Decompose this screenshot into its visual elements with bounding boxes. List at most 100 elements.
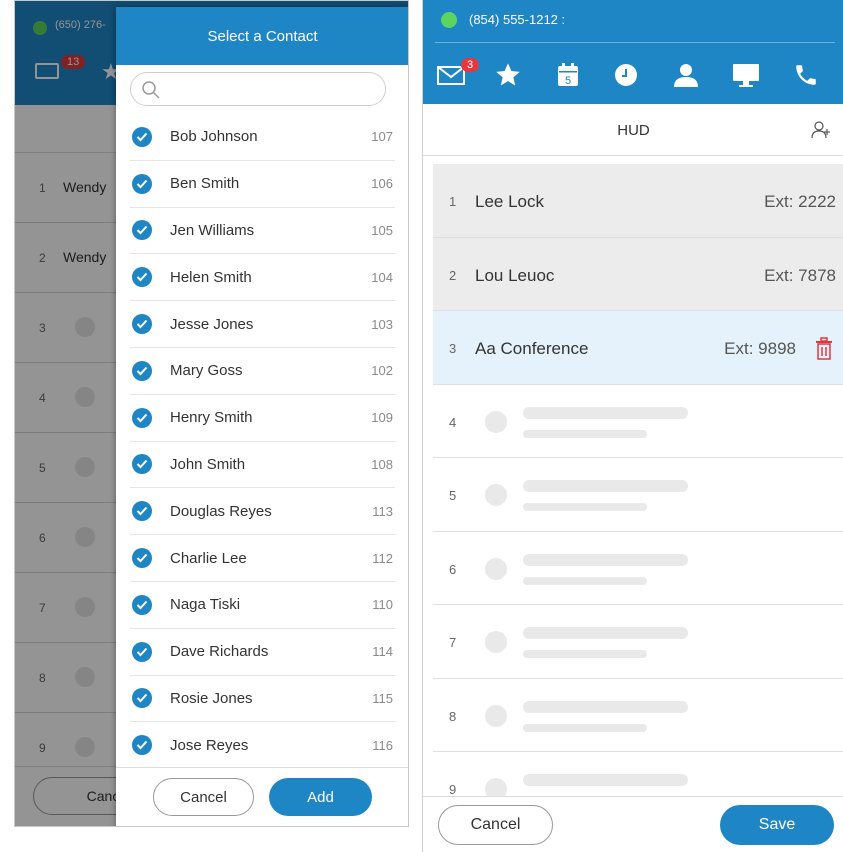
contact-item[interactable]: Mary Goss 102: [130, 348, 395, 395]
name-placeholder: [523, 406, 688, 419]
checkmark-icon[interactable]: [132, 407, 152, 428]
hud-footer: Cancel Save: [423, 796, 843, 852]
checkmark-icon[interactable]: [132, 688, 152, 709]
hud-row[interactable]: 6: [433, 532, 843, 605]
calendar-day-text: 5: [565, 75, 571, 87]
checkmark-icon[interactable]: [132, 735, 152, 756]
contact-extension: 107: [371, 129, 393, 145]
add-button[interactable]: Add: [269, 778, 372, 816]
header-divider: [435, 42, 835, 43]
contact-name: Dave Richards: [170, 643, 269, 661]
contacts-person-icon[interactable]: [669, 58, 703, 92]
row-number: 1: [449, 194, 457, 209]
checkmark-icon[interactable]: [132, 454, 152, 475]
search-box[interactable]: [130, 72, 386, 106]
phone-icon[interactable]: [789, 58, 823, 92]
name-placeholder: [523, 480, 688, 492]
contact-item[interactable]: Jesse Jones 103: [130, 301, 395, 348]
page-title: HUD: [617, 122, 650, 139]
contact-name: Jen Williams: [170, 221, 255, 239]
hud-row[interactable]: 8: [433, 679, 843, 752]
hud-row[interactable]: 7: [433, 605, 843, 679]
checkmark-icon[interactable]: [132, 126, 152, 147]
contact-item[interactable]: Bob Johnson 107: [130, 114, 395, 161]
row-extension: Ext: 9898: [724, 339, 796, 358]
avatar-placeholder: [485, 484, 507, 506]
checkmark-icon[interactable]: [132, 548, 152, 569]
checkmark-icon[interactable]: [132, 641, 152, 662]
contact-item[interactable]: Dave Richards 114: [130, 629, 395, 676]
checkmark-icon[interactable]: [132, 173, 152, 194]
avatar-placeholder: [485, 704, 507, 727]
contact-extension: 110: [372, 597, 393, 613]
save-button[interactable]: Save: [720, 805, 834, 845]
phone-number: (854) 555-1212 :: [469, 12, 566, 27]
checkmark-icon[interactable]: [132, 360, 152, 381]
avatar-placeholder: [485, 557, 507, 580]
checkmark-icon[interactable]: [132, 267, 152, 288]
contact-item[interactable]: Douglas Reyes 113: [130, 488, 395, 536]
detail-placeholder: [523, 503, 647, 511]
calendar-icon[interactable]: 5: [551, 58, 585, 92]
contact-name: Bob Johnson: [170, 128, 258, 146]
contact-item[interactable]: John Smith 108: [130, 442, 395, 489]
recent-calls-clock-icon[interactable]: [609, 58, 643, 92]
hud-list: 1 Lee Lock Ext: 2222 2 Lou Leuoc Ext: 7878 3 Aa…: [433, 164, 843, 796]
add-user-icon[interactable]: [811, 120, 831, 140]
avatar-placeholder: [485, 778, 507, 796]
app-header: (854) 555-1212 : 3 5: [423, 0, 843, 104]
contact-item[interactable]: Rosie Jones 115: [130, 676, 395, 723]
avatar-placeholder: [485, 631, 507, 653]
cancel-button[interactable]: Cancel: [438, 805, 553, 845]
hud-row[interactable]: 3 Aa Conference Ext: 9898: [433, 311, 843, 385]
search-icon: [142, 81, 160, 99]
contact-item[interactable]: Naga Tiski 110: [130, 582, 395, 629]
contact-extension: 108: [371, 456, 393, 472]
checkmark-icon[interactable]: [132, 220, 152, 241]
checkmark-icon[interactable]: [132, 501, 152, 522]
row-name: Lou Leuoc: [475, 265, 555, 285]
contact-name: Helen Smith: [170, 268, 252, 286]
hud-row[interactable]: 4: [433, 385, 843, 458]
hud-row[interactable]: 9: [433, 752, 843, 796]
contact-extension: 114: [372, 644, 393, 660]
row-number: 7: [449, 635, 457, 650]
cancel-button[interactable]: Cancel: [153, 778, 254, 816]
contact-item[interactable]: Jen Williams 105: [130, 208, 395, 255]
hud-row[interactable]: 2 Lou Leuoc Ext: 7878: [433, 237, 843, 311]
row-number: 8: [449, 708, 457, 724]
contact-name: Douglas Reyes: [170, 502, 272, 520]
row-name: Lee Lock: [475, 192, 544, 211]
contact-item[interactable]: Ben Smith 106: [130, 161, 395, 208]
contact-item[interactable]: Henry Smith 109: [130, 395, 395, 442]
star-icon[interactable]: [491, 58, 525, 92]
row-number: 4: [449, 414, 457, 430]
row-number: 2: [449, 267, 457, 283]
name-placeholder: [523, 627, 688, 639]
contact-extension: 102: [371, 363, 393, 379]
hud-row[interactable]: 1 Lee Lock Ext: 2222: [433, 164, 843, 238]
trash-icon[interactable]: [814, 337, 834, 361]
detail-placeholder: [523, 576, 647, 585]
contact-extension: 116: [372, 737, 393, 753]
checkmark-icon[interactable]: [132, 314, 152, 335]
row-number: 9: [449, 782, 457, 796]
contact-name: Ben Smith: [170, 175, 240, 193]
contact-extension: 109: [371, 410, 393, 426]
contact-name: Mary Goss: [170, 362, 243, 380]
search-input[interactable]: [167, 77, 377, 101]
row-number: 3: [449, 341, 457, 356]
contact-item[interactable]: Charlie Lee 112: [130, 535, 395, 582]
contact-item[interactable]: Helen Smith 104: [130, 254, 395, 302]
contact-picker-window: (650) 276- 13 ★ 1 Wendy 2 Wendy 3 4 5 6 7 8 9 Canc…: [14, 0, 409, 827]
row-name: Aa Conference: [475, 339, 589, 358]
contact-item[interactable]: Jose Reyes 116: [130, 722, 395, 761]
hud-row[interactable]: 5: [433, 458, 843, 532]
contact-extension: 113: [372, 503, 393, 519]
monitor-icon[interactable]: [729, 58, 763, 92]
checkmark-icon[interactable]: [132, 594, 152, 615]
presence-status-icon[interactable]: [441, 12, 457, 28]
contact-name: Jesse Jones: [170, 315, 254, 333]
contact-list: Bob Johnson 107 Ben Smith 106 Jen Williams 10…: [116, 114, 408, 761]
contact-extension: 105: [371, 222, 393, 238]
